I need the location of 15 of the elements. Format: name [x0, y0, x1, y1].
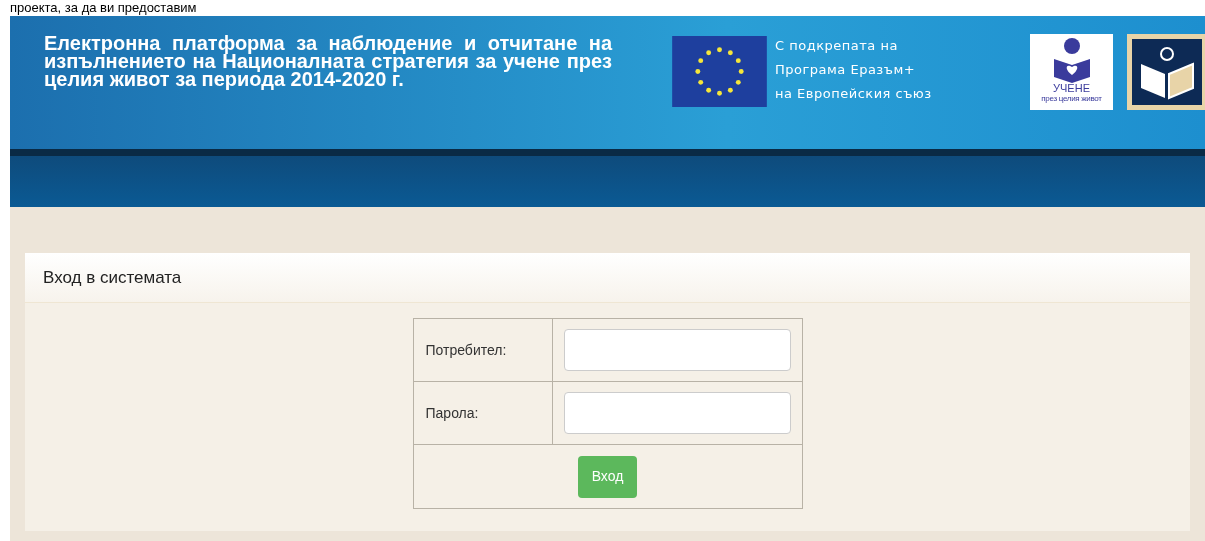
- flag-icon: [672, 36, 767, 107]
- support-text: С подкрепата на: [775, 37, 899, 55]
- input-field[interactable]: [563, 392, 791, 434]
- support-text: Програма Еразъм+: [775, 61, 917, 79]
- field-label: Парола:: [425, 403, 479, 423]
- login-button[interactable]: Вход: [577, 455, 638, 498]
- field-label: Потребител:: [425, 340, 507, 360]
- logo-subtitle: през целия живот: [1041, 94, 1102, 103]
- support-text: на Европейския съюз: [775, 85, 932, 103]
- site-title: Електронна платформа за наблюдение и отчитане на изпълнението на Националната стратегия за учене през целия живот за периода 2014-2020 г.: [44, 34, 612, 88]
- book-logo-icon: [1127, 34, 1205, 110]
- panel-heading: Вход в системата: [25, 253, 1190, 303]
- input-field[interactable]: [563, 329, 791, 371]
- logo-text: УЧЕНЕ: [1053, 83, 1090, 94]
- page-text: проекта, за да ви предоставим: [9, 0, 198, 16]
